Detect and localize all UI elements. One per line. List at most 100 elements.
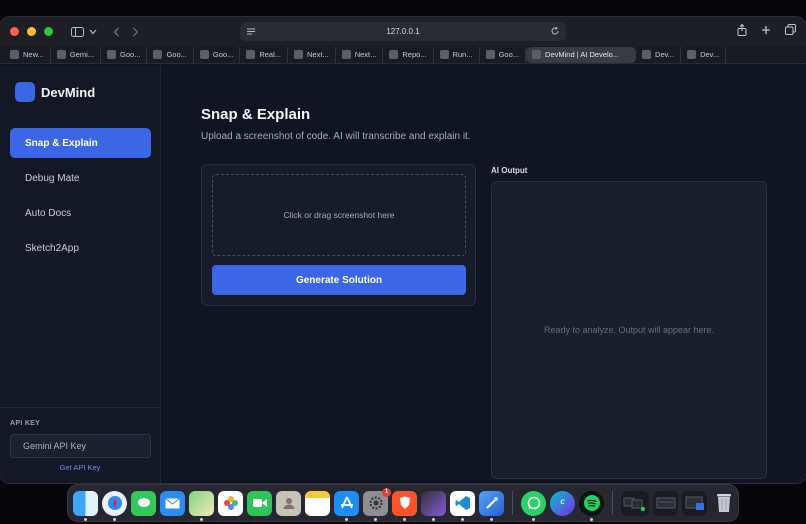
tab-label: Goo... [166, 50, 187, 59]
sidebar-item-snap-explain[interactable]: Snap & Explain [10, 128, 151, 158]
browser-tab[interactable]: Real... [240, 46, 289, 63]
sidebar-item-label: Snap & Explain [25, 137, 98, 149]
devmind-logo-icon [15, 82, 35, 102]
sidebar-item-debug-mate[interactable]: Debug Mate [10, 163, 151, 193]
sidebar-item-sketch2app[interactable]: Sketch2App [10, 233, 151, 263]
tab-label: Dev... [700, 50, 720, 59]
maps-icon[interactable] [189, 490, 214, 521]
browser-tab[interactable]: Repo... [383, 46, 434, 63]
zoom-window-button[interactable] [44, 27, 53, 36]
messages-icon[interactable] [131, 490, 156, 516]
window-controls [10, 27, 53, 36]
api-key-label: API KEY [10, 420, 41, 427]
tab-label: Next... [354, 50, 377, 59]
tab-favicon-icon [485, 50, 495, 59]
sidebar-nav: Snap & Explain Debug Mate Auto Docs Sket… [10, 128, 151, 268]
dropzone-text: Click or drag screenshot here [283, 210, 395, 220]
whatsapp-icon[interactable] [521, 490, 546, 521]
sidebar: DevMind Snap & Explain Debug Mate Auto D… [0, 65, 161, 483]
facetime-icon[interactable] [247, 490, 272, 516]
documents-stack-icon[interactable] [653, 490, 678, 516]
brand-name: DevMind [41, 84, 96, 100]
browser-tab[interactable]: Goo... [101, 46, 148, 63]
xcode-icon[interactable] [479, 490, 504, 521]
close-window-button[interactable] [10, 27, 19, 36]
tab-label: Goo... [498, 50, 520, 59]
output-placeholder: Ready to analyze. Output will appear her… [543, 325, 715, 335]
tab-favicon-icon [642, 50, 652, 59]
tab-label: DevMind | AI Develo... [545, 50, 620, 59]
back-icon[interactable] [113, 27, 120, 37]
new-tab-icon[interactable] [761, 24, 771, 36]
browser-tab[interactable]: Gemi... [51, 46, 102, 63]
tab-favicon-icon [199, 50, 209, 59]
get-api-key-link[interactable]: Get API Key [0, 463, 160, 472]
trash-icon[interactable] [711, 491, 736, 516]
browser-tab[interactable]: Next... [288, 46, 336, 63]
browser-tab[interactable]: Run... [434, 46, 480, 63]
sidebar-item-label: Debug Mate [25, 172, 80, 184]
tab-favicon-icon [10, 50, 19, 59]
tab-favicon-icon [56, 50, 66, 59]
brave-icon[interactable] [392, 490, 417, 521]
browser-window: 127.0.0.1 New... Gemi... Goo... Goo... Goo..… [0, 17, 806, 483]
tab-favicon-icon [107, 50, 117, 59]
sidebar-item-auto-docs[interactable]: Auto Docs [10, 198, 151, 228]
downloads-stack-icon[interactable] [621, 490, 649, 516]
photos-icon[interactable] [218, 490, 243, 516]
url-text: 127.0.0.1 [386, 27, 420, 36]
tab-overview-icon[interactable] [785, 24, 796, 36]
forward-icon[interactable] [132, 27, 139, 37]
browser-titlebar: 127.0.0.1 [0, 17, 806, 46]
tab-bar: New... Gemi... Goo... Goo... Goo... Real... Ne… [0, 46, 806, 64]
tab-favicon-icon [687, 50, 697, 59]
generate-solution-button[interactable]: Generate Solution [212, 265, 466, 295]
upload-card: Click or drag screenshot here Generate S… [201, 164, 476, 306]
safari-icon[interactable] [102, 490, 127, 521]
screenshots-stack-icon[interactable] [682, 490, 707, 516]
browser-tab[interactable]: Goo... [147, 46, 194, 63]
app-store-icon[interactable] [334, 490, 359, 521]
notes-icon[interactable] [305, 490, 330, 516]
screenshot-dropzone[interactable]: Click or drag screenshot here [212, 174, 466, 256]
dock-separator [512, 491, 513, 515]
tab-label: Real... [259, 50, 282, 59]
system-settings-icon[interactable]: 1 [363, 487, 391, 521]
browser-tab[interactable]: Goo... [194, 46, 241, 63]
notification-badge: 1 [382, 487, 391, 497]
tab-label: Run... [452, 50, 473, 59]
macos-dock: 1 C [68, 485, 738, 521]
page-title: Snap & Explain [201, 106, 311, 123]
tab-label: Goo... [120, 50, 141, 59]
share-icon[interactable] [737, 24, 747, 36]
tab-favicon-icon [246, 50, 256, 59]
dock-separator [612, 491, 613, 515]
browser-tab[interactable]: Next... [336, 46, 384, 63]
tab-label: New... [23, 50, 44, 59]
api-key-section: API KEY Get API Key [0, 407, 160, 472]
tab-label: Gemi... [69, 50, 95, 59]
reload-icon[interactable] [550, 26, 560, 36]
api-key-input[interactable] [10, 434, 151, 458]
page-settings-icon[interactable] [246, 26, 256, 36]
chevron-down-icon[interactable] [89, 29, 97, 35]
sidebar-toggle-icon[interactable] [71, 26, 84, 37]
finder-icon[interactable] [73, 490, 98, 521]
mail-icon[interactable] [160, 490, 185, 516]
final-cut-icon[interactable] [421, 490, 446, 521]
browser-tab[interactable]: Goo... [480, 46, 527, 63]
tab-favicon-icon [439, 50, 449, 59]
browser-tab[interactable]: Dev... [681, 46, 727, 63]
browser-tab[interactable]: Dev... [636, 46, 682, 63]
contacts-icon[interactable] [276, 490, 301, 516]
minimize-window-button[interactable] [27, 27, 36, 36]
vscode-icon[interactable] [450, 490, 475, 521]
canva-icon[interactable]: C [550, 490, 575, 516]
tab-favicon-icon [294, 50, 304, 59]
page-subtitle: Upload a screenshot of code. AI will tra… [201, 131, 471, 142]
tab-favicon-icon [389, 50, 399, 59]
address-bar[interactable]: 127.0.0.1 [240, 22, 566, 41]
browser-tab[interactable]: DevMind | AI Develo... [526, 46, 637, 63]
spotify-icon[interactable] [579, 490, 604, 521]
browser-tab[interactable]: New... [4, 46, 51, 63]
